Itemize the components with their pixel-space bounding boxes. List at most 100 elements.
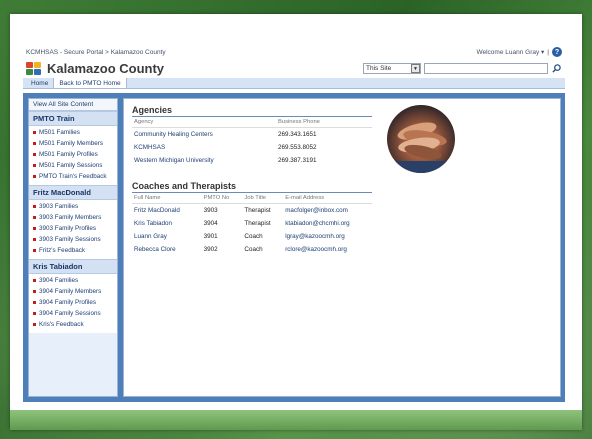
table-row: Fritz MacDonald 3903 Therapist macfolger… xyxy=(132,204,372,218)
main-content: Agencies Agency Business Phone Community… xyxy=(123,98,561,397)
bullet-icon xyxy=(33,142,36,145)
agencies-title[interactable]: Agencies xyxy=(132,105,372,117)
nav-link-label: 3903 Family Sessions xyxy=(39,236,101,243)
table-row: Luann Gray 3901 Coach lgray@kazoocmh.org xyxy=(132,230,372,243)
agency-name[interactable]: Community Healing Centers xyxy=(132,128,276,142)
column-header[interactable]: Job Title xyxy=(242,193,284,204)
nav-back-to-pmto-home[interactable]: Back to PMTO Home xyxy=(54,78,127,88)
table-header-row: Full Name PMTO No Job Title E-mail Addre… xyxy=(132,193,372,204)
nav-link[interactable]: PMTO Train's Feedback xyxy=(29,171,117,182)
nav-link[interactable]: 3904 Family Sessions xyxy=(29,308,117,319)
full-name[interactable]: Luann Gray xyxy=(132,230,202,243)
section-list-pmto-train: M501 Families M501 Family Members M501 F… xyxy=(29,126,117,185)
section-list-fritz-macdonald: 3903 Families 3903 Family Members 3903 F… xyxy=(29,200,117,259)
agency-name[interactable]: Western Michigan University xyxy=(132,154,276,167)
agency-phone: 269.387.3191 xyxy=(278,157,317,164)
coaches-title[interactable]: Coaches and Therapists xyxy=(132,181,372,193)
nav-link[interactable]: 3903 Family Members xyxy=(29,212,117,223)
site-title[interactable]: Kalamazoo County xyxy=(47,61,164,76)
section-heading-pmto-train[interactable]: PMTO Train xyxy=(29,111,117,126)
search-input[interactable] xyxy=(424,63,548,74)
column-header[interactable]: Agency xyxy=(132,117,276,128)
bullet-icon xyxy=(33,164,36,167)
bullet-icon xyxy=(33,227,36,230)
full-name[interactable]: Kris Tabiadon xyxy=(132,217,202,230)
pmto-no: 3903 xyxy=(203,207,218,214)
job-title: Coach xyxy=(244,246,263,253)
agencies-webpart: Agencies Agency Business Phone Community… xyxy=(132,105,372,167)
nav-link[interactable]: M501 Families xyxy=(29,127,117,138)
coaches-table: Full Name PMTO No Job Title E-mail Addre… xyxy=(132,193,372,256)
column-header[interactable]: Business Phone xyxy=(276,117,372,128)
help-icon[interactable]: ? xyxy=(552,47,562,57)
hands-image xyxy=(387,122,455,173)
table-row: Rebecca Clore 3902 Coach rclore@kazoocmh… xyxy=(132,243,372,256)
agency-name[interactable]: KCMHSAS xyxy=(132,141,276,154)
portal-page: KCMHSAS - Secure Portal > Kalamazoo Coun… xyxy=(23,45,565,402)
bullet-icon xyxy=(33,175,36,178)
column-header[interactable]: E-mail Address xyxy=(283,193,372,204)
nav-link-label: 3903 Families xyxy=(39,203,79,210)
nav-link[interactable]: 3904 Families xyxy=(29,275,117,286)
job-title: Therapist xyxy=(244,207,271,214)
search-scope-select[interactable]: This Site ▼ xyxy=(363,63,421,74)
nav-link[interactable]: 3904 Family Profiles xyxy=(29,297,117,308)
top-bar: KCMHSAS - Secure Portal > Kalamazoo Coun… xyxy=(23,45,565,59)
nav-link[interactable]: M501 Family Sessions xyxy=(29,160,117,171)
bullet-icon xyxy=(33,238,36,241)
nav-link[interactable]: Fritz's Feedback xyxy=(29,245,117,256)
section-heading-kris-tabiadon[interactable]: Kris Tabiadon xyxy=(29,259,117,274)
nav-link[interactable]: Kris's Feedback xyxy=(29,319,117,330)
nav-link[interactable]: 3903 Family Sessions xyxy=(29,234,117,245)
nav-link-label: 3904 Family Members xyxy=(39,288,102,295)
nav-link-label: 3903 Family Members xyxy=(39,214,102,221)
column-header[interactable]: Full Name xyxy=(132,193,202,204)
quick-launch: View All Site Content PMTO Train M501 Fa… xyxy=(28,98,118,397)
brand: Kalamazoo County xyxy=(26,61,164,76)
table-row: KCMHSAS 269.553.8052 xyxy=(132,141,372,154)
welcome-area: Welcome Luann Gray ▾ | ? xyxy=(476,47,562,57)
bullet-icon xyxy=(33,301,36,304)
pmto-no: 3901 xyxy=(203,233,218,240)
column-header[interactable]: PMTO No xyxy=(201,193,243,204)
email-address[interactable]: lgray@kazoocmh.org xyxy=(283,230,372,243)
table-row: Western Michigan University 269.387.3191 xyxy=(132,154,372,167)
nav-link-label: PMTO Train's Feedback xyxy=(39,173,107,180)
table-header-row: Agency Business Phone xyxy=(132,117,372,128)
bullet-icon xyxy=(33,290,36,293)
bullet-icon xyxy=(33,279,36,282)
nav-home[interactable]: Home xyxy=(26,78,55,88)
welcome-menu[interactable]: Welcome Luann Gray ▾ xyxy=(476,48,544,56)
email-address[interactable]: ktabiadon@chcmhi.org xyxy=(283,217,372,230)
bullet-icon xyxy=(33,216,36,219)
nav-link[interactable]: 3903 Families xyxy=(29,201,117,212)
nav-link[interactable]: M501 Family Members xyxy=(29,138,117,149)
agency-phone: 269.343.1651 xyxy=(278,131,317,138)
nav-link[interactable]: 3904 Family Members xyxy=(29,286,117,297)
nav-link-label: M501 Families xyxy=(39,129,80,136)
nav-link[interactable]: M501 Family Profiles xyxy=(29,149,117,160)
search-button[interactable] xyxy=(551,63,562,74)
full-name[interactable]: Fritz MacDonald xyxy=(132,204,202,218)
pmto-no: 3904 xyxy=(203,220,218,227)
email-address[interactable]: rclore@kazoocmh.org xyxy=(283,243,372,256)
breadcrumb[interactable]: KCMHSAS - Secure Portal > Kalamazoo Coun… xyxy=(26,49,166,56)
full-name[interactable]: Rebecca Clore xyxy=(132,243,202,256)
top-navigation: Home Back to PMTO Home xyxy=(23,78,565,89)
body-area: View All Site Content PMTO Train M501 Fa… xyxy=(23,93,565,402)
nav-link-label: M501 Family Sessions xyxy=(39,162,103,169)
bullet-icon xyxy=(33,131,36,134)
view-all-site-content-link[interactable]: View All Site Content xyxy=(29,99,117,111)
people-logo-icon xyxy=(26,61,42,76)
section-heading-fritz-macdonald[interactable]: Fritz MacDonald xyxy=(29,185,117,200)
slide-footer-band xyxy=(10,410,582,430)
chevron-down-icon[interactable]: ▼ xyxy=(411,64,420,73)
bullet-icon xyxy=(33,323,36,326)
email-address[interactable]: macfolger@inbox.com xyxy=(283,204,372,218)
search-icon xyxy=(552,64,561,73)
site-header: Kalamazoo County This Site ▼ xyxy=(23,59,565,78)
nav-link-label: 3904 Families xyxy=(39,277,79,284)
bullet-icon xyxy=(33,205,36,208)
nav-link[interactable]: 3903 Family Profiles xyxy=(29,223,117,234)
agency-phone: 269.553.8052 xyxy=(278,144,317,151)
